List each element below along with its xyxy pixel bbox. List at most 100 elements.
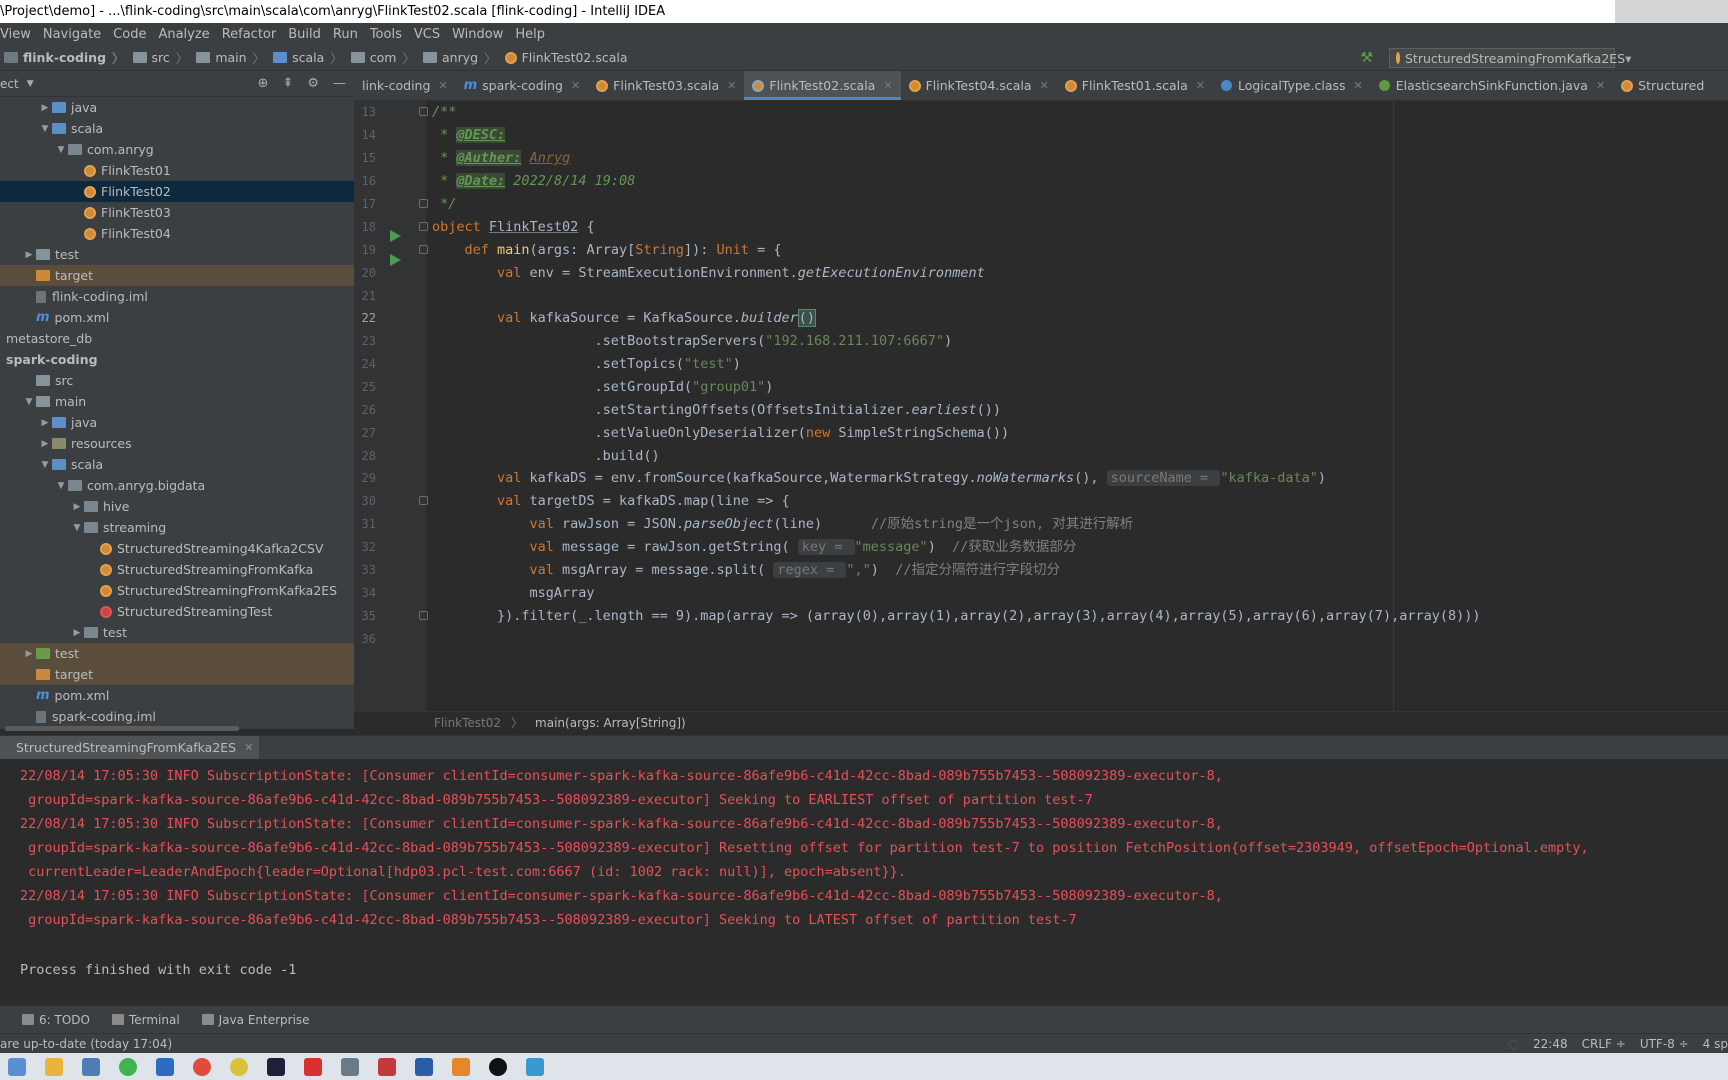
minimize-icon[interactable]: — xyxy=(333,76,346,91)
tool-terminal[interactable]: Terminal xyxy=(111,1013,180,1027)
close-icon[interactable]: ✕ xyxy=(438,79,447,92)
line-separator[interactable]: CRLF ÷ xyxy=(1582,1037,1626,1051)
tree-item[interactable]: ▼ scala xyxy=(0,118,354,139)
tree-item[interactable]: ▶ test xyxy=(0,622,354,643)
tree-item[interactable]: ▼ streaming xyxy=(0,517,354,538)
chevron-down-icon[interactable]: ▼ xyxy=(38,460,52,470)
tab-elasticsearchsinkfunction[interactable]: ElasticsearchSinkFunction.java ✕ xyxy=(1371,71,1613,100)
file-explorer-icon[interactable] xyxy=(45,1057,63,1076)
tree-item[interactable]: m pom.xml xyxy=(0,307,354,328)
collapse-all-icon[interactable]: ⇞ xyxy=(282,76,293,91)
close-icon[interactable]: ✕ xyxy=(1196,79,1205,92)
app-icon[interactable] xyxy=(304,1057,322,1076)
run-object-icon[interactable] xyxy=(390,230,401,242)
tab-structured[interactable]: Structured xyxy=(1613,71,1712,100)
tree-item[interactable]: flink-coding.iml xyxy=(0,286,354,307)
close-icon[interactable]: ✕ xyxy=(571,79,580,92)
app-icon[interactable] xyxy=(452,1057,470,1076)
tree-item[interactable]: StructuredStreamingTest xyxy=(0,601,354,622)
menu-refactor[interactable]: Refactor xyxy=(216,27,283,42)
run-main-icon[interactable] xyxy=(390,254,401,266)
close-icon[interactable]: ✕ xyxy=(1354,79,1363,92)
tree-item[interactable]: ▶ resources xyxy=(0,433,354,454)
menu-analyze[interactable]: Analyze xyxy=(152,27,215,42)
tree-item[interactable]: ▶ java xyxy=(0,412,354,433)
tree-item[interactable]: metastore_db xyxy=(0,328,354,349)
status-message[interactable]: are up-to-date (today 17:04) xyxy=(0,1037,172,1051)
tree-item[interactable]: ▶ hive xyxy=(0,496,354,517)
menu-help[interactable]: Help xyxy=(509,27,551,42)
tree-item[interactable]: FlinkTest03 xyxy=(0,202,354,223)
fold-icon[interactable] xyxy=(419,496,428,505)
tab-link-coding[interactable]: link-coding ✕ xyxy=(354,71,456,100)
tab-flinktest02[interactable]: FlinkTest02.scala ✕ xyxy=(744,71,901,100)
breadcrumb-anryg[interactable]: anryg 〉 xyxy=(419,48,501,67)
menu-navigate[interactable]: Navigate xyxy=(37,27,107,42)
tree-item[interactable]: ▼ main xyxy=(0,391,354,412)
run-tab[interactable]: StructuredStreamingFromKafka2ES ✕ xyxy=(0,735,260,760)
horizontal-scrollbar[interactable] xyxy=(5,726,239,731)
chevron-down-icon[interactable]: ▼ xyxy=(22,397,36,407)
chevron-right-icon[interactable]: ▶ xyxy=(22,649,36,659)
tree-item[interactable]: StructuredStreamingFromKafka xyxy=(0,559,354,580)
chevron-right-icon[interactable]: ▶ xyxy=(38,103,52,113)
chevron-down-icon[interactable]: ▼ xyxy=(70,523,84,533)
breadcrumb-com[interactable]: com 〉 xyxy=(347,48,419,67)
app-icon[interactable] xyxy=(341,1057,359,1076)
chevron-right-icon[interactable]: ▶ xyxy=(70,502,84,512)
tree-item[interactable]: StructuredStreamingFromKafka2ES xyxy=(0,580,354,601)
app-icon[interactable] xyxy=(526,1057,544,1076)
project-view-selector[interactable]: ect xyxy=(0,77,19,91)
tab-flinktest04[interactable]: FlinkTest04.scala ✕ xyxy=(901,71,1057,100)
fold-icon[interactable] xyxy=(419,611,428,620)
chevron-down-icon[interactable]: ▼ xyxy=(27,79,34,89)
menu-run[interactable]: Run xyxy=(327,27,364,42)
fold-icon[interactable] xyxy=(419,222,428,231)
intellij-icon[interactable] xyxy=(267,1057,285,1076)
chevron-right-icon[interactable]: ▶ xyxy=(38,418,52,428)
tree-item[interactable]: ▼ com.anryg xyxy=(0,139,354,160)
app-icon[interactable] xyxy=(489,1057,507,1076)
tree-item[interactable]: StructuredStreaming4Kafka2CSV xyxy=(0,538,354,559)
chevron-down-icon[interactable]: ▼ xyxy=(54,145,68,155)
close-icon[interactable]: ✕ xyxy=(1040,79,1049,92)
wechat-icon[interactable] xyxy=(119,1057,137,1076)
tab-flinktest01[interactable]: FlinkTest01.scala ✕ xyxy=(1057,71,1213,100)
chevron-down-icon[interactable]: ▼ xyxy=(54,481,68,491)
app-icon[interactable] xyxy=(156,1057,174,1076)
chevron-right-icon[interactable]: ▶ xyxy=(38,439,52,449)
fold-icon[interactable] xyxy=(419,199,428,208)
tree-item[interactable]: m pom.xml xyxy=(0,685,354,706)
fold-icon[interactable] xyxy=(419,107,428,116)
tree-item[interactable]: src xyxy=(0,370,354,391)
breadcrumb-project[interactable]: flink-coding 〉 xyxy=(0,48,129,67)
tree-item[interactable]: target xyxy=(0,265,354,286)
indent-setting[interactable]: 4 sp xyxy=(1703,1037,1728,1051)
run-configuration-selector[interactable]: StructuredStreamingFromKafka2ES ▾ xyxy=(1389,48,1631,68)
chrome-icon[interactable] xyxy=(193,1057,211,1076)
breadcrumb-src[interactable]: src 〉 xyxy=(129,48,193,67)
chevron-down-icon[interactable]: ▼ xyxy=(38,124,52,134)
close-icon[interactable]: ✕ xyxy=(1596,79,1605,92)
tree-item[interactable]: ▶ test xyxy=(0,643,354,664)
event-log-icon[interactable]: ◌ xyxy=(1509,1037,1519,1051)
menu-vcs[interactable]: VCS xyxy=(408,27,446,42)
caret-position[interactable]: 22:48 xyxy=(1533,1037,1568,1051)
chevron-right-icon[interactable]: ▶ xyxy=(70,628,84,638)
close-icon[interactable]: ✕ xyxy=(244,741,253,754)
tree-item[interactable]: target xyxy=(0,664,354,685)
tool-todo[interactable]: 6: TODO xyxy=(22,1013,90,1027)
word-icon[interactable] xyxy=(415,1057,433,1076)
tool-java-enterprise[interactable]: Java Enterprise xyxy=(201,1013,310,1027)
run-console[interactable]: 22/08/14 17:05:30 INFO SubscriptionState… xyxy=(0,759,1728,1005)
close-icon[interactable]: ✕ xyxy=(727,79,736,92)
menu-build[interactable]: Build xyxy=(282,27,327,42)
tree-item[interactable]: spark-coding.iml xyxy=(0,706,354,727)
file-encoding[interactable]: UTF-8 ÷ xyxy=(1640,1037,1689,1051)
tree-item[interactable]: FlinkTest02 xyxy=(0,181,354,202)
build-hammer-icon[interactable]: ⚒ xyxy=(1360,50,1373,66)
tree-item[interactable]: ▶ test xyxy=(0,244,354,265)
menu-view[interactable]: View xyxy=(0,27,37,42)
gear-icon[interactable]: ⚙ xyxy=(307,76,319,91)
tab-logicaltype[interactable]: LogicalType.class ✕ xyxy=(1213,71,1371,100)
